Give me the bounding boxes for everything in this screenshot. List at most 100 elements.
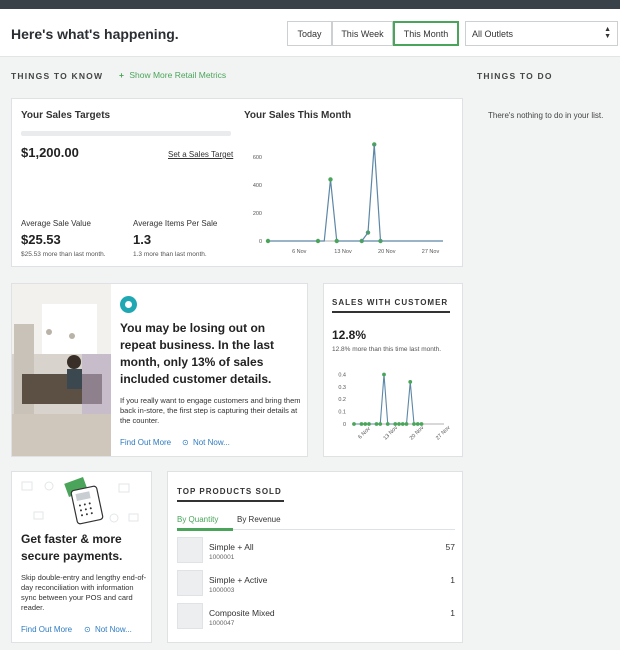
sales-month-title: Your Sales This Month: [244, 110, 352, 121]
product-sku: 1000047: [209, 620, 235, 627]
y-tick-label: 400: [253, 183, 262, 189]
repeat-not-now-link[interactable]: ⊙ Not Now...: [182, 438, 230, 447]
y-tick-label: 600: [253, 155, 262, 161]
x-tick-label: 6 Nov: [292, 249, 307, 255]
data-point: [378, 422, 383, 426]
sales-target-amount: $1,200.00: [21, 145, 79, 160]
data-point: [352, 422, 356, 426]
data-point: [374, 422, 379, 426]
data-point: [334, 238, 339, 244]
heading-underline: [177, 500, 284, 502]
sales-line: [268, 179, 443, 242]
range-this-month-button[interactable]: This Month: [393, 21, 459, 46]
product-sku: 1000001: [209, 554, 235, 561]
data-point: [408, 380, 413, 384]
avg-items-value: 1.3: [133, 232, 152, 247]
target-progress-bar: [21, 131, 231, 136]
card-reader-illustration: [21, 477, 139, 525]
clock-icon: ⊙: [84, 625, 91, 634]
x-tick-label: 27 Nov: [422, 249, 440, 255]
y-tick-label: 0.4: [338, 372, 346, 378]
repeat-business-headline: You may be losing out on repeat business…: [120, 321, 275, 386]
avg-sale-note: $25.53 more than last month.: [21, 251, 106, 258]
payments-headline: Get faster & more secure payments.: [21, 532, 123, 563]
select-arrows-icon: ▲ ▼: [604, 26, 611, 40]
product-name: Simple + All: [209, 542, 254, 552]
sales-month-chart: 0 200 400 600 6 Nov 13 Nov 20 Nov 27 Nov: [253, 142, 443, 255]
x-tick-label: 20 Nov: [409, 425, 426, 442]
sales-line-peak: [361, 144, 382, 242]
tab-by-quantity[interactable]: By Quantity: [177, 515, 218, 524]
x-tick-label: 13 Nov: [383, 425, 400, 442]
store-photo: [12, 284, 111, 456]
product-thumbnail: [177, 570, 203, 596]
tab-by-revenue[interactable]: By Revenue: [237, 515, 281, 524]
product-thumbnail: [177, 537, 203, 563]
y-tick-label: 200: [253, 211, 262, 217]
data-point: [385, 422, 390, 426]
data-point: [415, 422, 420, 426]
data-point: [393, 422, 398, 426]
avg-items-note: 1.3 more than last month.: [133, 251, 207, 258]
todo-empty-text: There's nothing to do in your list.: [488, 111, 604, 120]
data-point: [382, 372, 386, 377]
top-strip: [0, 0, 620, 9]
range-this-week-button[interactable]: This Week: [332, 21, 393, 46]
data-point: [404, 422, 409, 426]
y-tick-label: 0.3: [338, 385, 346, 391]
product-name: Simple + Active: [209, 575, 268, 585]
y-tick-label: 0.2: [338, 397, 346, 403]
data-point: [397, 422, 401, 426]
y-tick-label: 0: [343, 422, 346, 428]
heading-underline: [332, 311, 450, 313]
product-qty: 1: [450, 575, 455, 585]
customer-percent-note: 12.8% more than this time last month.: [332, 346, 442, 353]
repeat-business-body: If you really want to engage customers a…: [120, 396, 301, 425]
sales-summary-card: Your Sales Targets $1,200.00 Set a Sales…: [11, 98, 463, 267]
clock-icon: ⊙: [182, 438, 189, 447]
outlet-select[interactable]: All Outlets ▲ ▼: [465, 21, 618, 46]
data-point: [315, 238, 321, 244]
avg-items-label: Average Items Per Sale: [133, 219, 218, 228]
product-qty: 1: [450, 608, 455, 618]
plus-icon: +: [119, 70, 124, 80]
data-point: [363, 422, 368, 426]
customer-percent: 12.8%: [332, 328, 367, 342]
payments-find-out-more-link[interactable]: Find Out More: [21, 625, 72, 634]
y-tick-label: 0.1: [338, 410, 346, 416]
product-sku: 1000003: [209, 587, 235, 594]
data-point: [359, 422, 364, 426]
repeat-find-out-more-link[interactable]: Find Out More: [120, 438, 171, 447]
data-point: [419, 422, 424, 426]
x-tick-label: 27 Nov: [435, 425, 452, 442]
product-thumbnail: [177, 603, 203, 629]
top-products-heading: TOP PRODUCTS SOLD: [177, 487, 282, 496]
sales-with-customer-heading: SALES WITH CUSTOMER: [332, 298, 449, 307]
repeat-business-card: You may be losing out on repeat business…: [11, 283, 308, 457]
show-more-metrics-link[interactable]: + Show More Retail Metrics: [119, 70, 226, 80]
active-tab-indicator: [177, 528, 233, 531]
things-to-know-heading: THINGS TO KNOW: [11, 71, 104, 81]
x-tick-label: 6 Nov: [357, 426, 372, 441]
avg-sale-value: $25.53: [21, 232, 61, 247]
avg-sale-label: Average Sale Value: [21, 219, 91, 228]
payments-body: Skip double-entry and lengthy end-of-day…: [21, 573, 147, 612]
top-products-card: TOP PRODUCTS SOLD By Quantity By Revenue…: [167, 471, 463, 643]
sales-with-customer-card: SALES WITH CUSTOMER 12.8% 12.8% more tha…: [323, 283, 463, 457]
payments-not-now-link[interactable]: ⊙ Not Now...: [84, 625, 132, 634]
header: Here's what's happening. Today This Week…: [0, 9, 620, 57]
range-today-button[interactable]: Today: [287, 21, 332, 46]
data-point: [265, 238, 271, 244]
sales-with-customer-chart: 0 0.1 0.2 0.3 0.4 6 Nov 13 Nov 20 Nov 27 Nov: [338, 372, 452, 442]
repeat-not-now-label: Not Now...: [192, 438, 230, 447]
x-tick-label: 20 Nov: [378, 249, 396, 255]
set-sales-target-link[interactable]: Set a Sales Target: [168, 150, 233, 159]
data-point: [412, 422, 416, 426]
customer-icon: [120, 296, 137, 313]
payments-not-now-label: Not Now...: [94, 625, 132, 634]
page-title: Here's what's happening.: [11, 26, 179, 42]
data-point: [328, 177, 333, 182]
outlet-select-value: All Outlets: [472, 28, 514, 39]
data-point: [367, 422, 371, 426]
x-tick-label: 13 Nov: [334, 249, 352, 255]
